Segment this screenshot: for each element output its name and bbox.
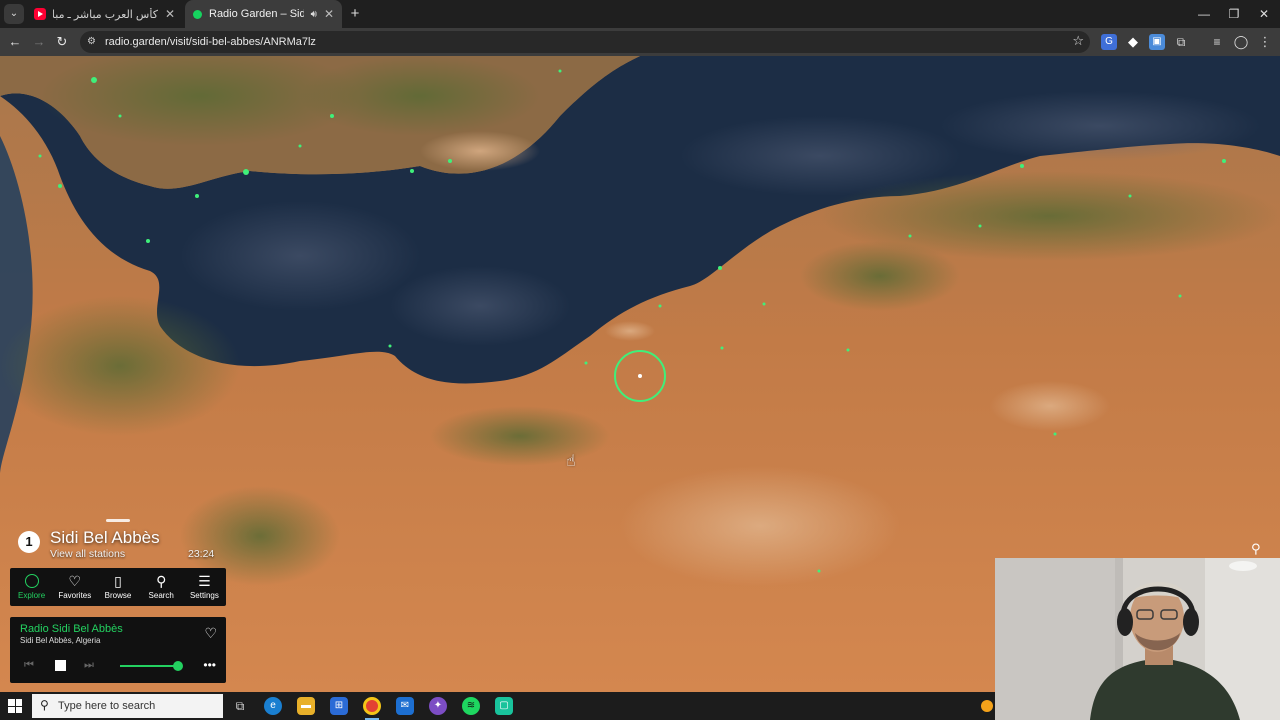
taskbar-search-box[interactable]: ⚲ Type here to search bbox=[32, 694, 223, 718]
nav-label: Browse bbox=[104, 591, 132, 600]
task-view-icon[interactable]: ⧉ bbox=[231, 697, 249, 715]
explore-icon bbox=[24, 574, 39, 588]
restore-icon[interactable]: ❐ bbox=[1226, 6, 1242, 22]
search-icon: ⚲ bbox=[40, 698, 49, 712]
next-track-icon[interactable]: ⏭︎ bbox=[84, 659, 94, 672]
tab-radio-garden[interactable]: Radio Garden – Sidi Bel Abb 🔊︎ ✕ bbox=[185, 0, 342, 28]
browser-tab-strip: ⌄ كأس العرب مباشر ـ مباراة : الأردن ✕ Ra… bbox=[0, 0, 1280, 28]
station-place: Sidi Bel Abbès, Algeria bbox=[20, 636, 101, 645]
browser-menu-icon[interactable]: ⋮ bbox=[1257, 34, 1273, 50]
view-all-stations-link[interactable]: View all stations bbox=[50, 548, 125, 560]
youtube-icon bbox=[34, 8, 46, 20]
browser-toolbar: ← → ↻ ⚙︎ radio.garden/visit/sidi-bel-abb… bbox=[0, 28, 1280, 56]
location-pin-icon[interactable]: ⚲ bbox=[1251, 541, 1265, 557]
forward-button[interactable]: → bbox=[30, 33, 48, 51]
more-options-icon[interactable]: ••• bbox=[203, 658, 216, 672]
close-tab-icon[interactable]: ✕ bbox=[324, 7, 334, 21]
messenger-icon[interactable]: ✦ bbox=[429, 697, 447, 715]
back-button[interactable]: ← bbox=[6, 33, 24, 51]
location-name[interactable]: Sidi Bel Abbès bbox=[50, 528, 160, 548]
audio-player: Radio Sidi Bel Abbès Sidi Bel Abbès, Alg… bbox=[10, 617, 226, 683]
chrome-icon[interactable] bbox=[363, 697, 381, 715]
address-bar[interactable]: ⚙︎ radio.garden/visit/sidi-bel-abbes/ANR… bbox=[80, 31, 1090, 53]
nav-label: Explore bbox=[18, 591, 46, 600]
volume-knob[interactable] bbox=[173, 661, 183, 671]
previous-track-icon[interactable]: ⏮︎ bbox=[24, 659, 34, 672]
panel-drag-handle[interactable] bbox=[106, 519, 130, 522]
spotify-icon[interactable]: ≋ bbox=[462, 697, 480, 715]
menu-icon: ☰ bbox=[198, 573, 211, 589]
tab-title: كأس العرب مباشر ـ مباراة : الأردن bbox=[53, 8, 158, 21]
station-count-badge: 1 bbox=[18, 531, 40, 553]
tab-title: Radio Garden – Sidi Bel Abb bbox=[209, 8, 304, 20]
extension-image-icon[interactable]: ▣ bbox=[1149, 34, 1165, 50]
nav-favorites[interactable]: ♡ Favorites bbox=[53, 568, 96, 606]
media-controls-icon[interactable]: ≡ bbox=[1209, 34, 1225, 50]
windows-taskbar: ⚲ Type here to search ⧉ e ▬ ⊞ ✉ ✦ ≋ ▢ bbox=[0, 692, 995, 720]
volume-slider[interactable] bbox=[120, 665, 178, 667]
heart-icon: ♡ bbox=[68, 573, 82, 589]
stop-button[interactable] bbox=[55, 660, 66, 671]
minimize-icon[interactable]: — bbox=[1196, 6, 1212, 22]
translate-extension-icon[interactable]: G bbox=[1101, 34, 1117, 50]
taskbar-search-placeholder: Type here to search bbox=[58, 700, 156, 712]
search-icon: ⚲ bbox=[156, 573, 167, 589]
tab-search-button[interactable]: ⌄ bbox=[4, 4, 24, 24]
app-icon[interactable]: ▢ bbox=[495, 697, 513, 715]
favorite-heart-icon[interactable]: ♡ bbox=[204, 625, 217, 642]
edge-browser-icon[interactable]: e bbox=[264, 697, 282, 715]
nav-label: Settings bbox=[189, 591, 219, 600]
local-time: 23:24 bbox=[188, 548, 215, 560]
bookmark-star-icon[interactable]: ☆ bbox=[1072, 33, 1084, 49]
close-window-icon[interactable]: ✕ bbox=[1256, 6, 1272, 22]
tray-notification-icon[interactable] bbox=[981, 700, 993, 712]
radio-garden-icon bbox=[193, 9, 202, 19]
station-name[interactable]: Radio Sidi Bel Abbès bbox=[20, 623, 123, 635]
nav-label: Favorites bbox=[58, 591, 92, 600]
map-icon: ▯ bbox=[114, 573, 122, 589]
webcam-person-image bbox=[995, 558, 1280, 720]
radio-garden-nav: Explore ♡ Favorites ▯ Browse ⚲ Search ☰ … bbox=[10, 568, 226, 606]
nav-browse[interactable]: ▯ Browse bbox=[96, 568, 139, 606]
webcam-overlay bbox=[995, 558, 1280, 720]
tab-youtube[interactable]: كأس العرب مباشر ـ مباراة : الأردن ✕ bbox=[26, 0, 183, 28]
profile-icon[interactable]: ◯ bbox=[1233, 34, 1249, 50]
mail-icon[interactable]: ✉ bbox=[396, 697, 414, 715]
reload-button[interactable]: ↻ bbox=[53, 33, 71, 51]
microsoft-store-icon[interactable]: ⊞ bbox=[330, 697, 348, 715]
mouse-cursor-icon: ☝︎ bbox=[566, 453, 576, 470]
nav-label: Search bbox=[148, 591, 174, 600]
new-tab-button[interactable]: + bbox=[346, 5, 364, 23]
nav-search[interactable]: ⚲ Search bbox=[140, 568, 183, 606]
site-info-icon[interactable]: ⚙︎ bbox=[87, 34, 101, 50]
nav-settings[interactable]: ☰ Settings bbox=[183, 568, 226, 606]
windows-start-icon[interactable] bbox=[8, 699, 22, 713]
close-tab-icon[interactable]: ✕ bbox=[165, 7, 175, 21]
file-explorer-icon[interactable]: ▬ bbox=[297, 697, 315, 715]
speaker-icon[interactable]: 🔊︎ bbox=[311, 9, 317, 20]
address-url[interactable]: radio.garden/visit/sidi-bel-abbes/ANRMa7… bbox=[105, 31, 316, 53]
extension-diamond-icon[interactable]: ◆ bbox=[1125, 34, 1141, 50]
extensions-puzzle-icon[interactable]: ⧉ bbox=[1173, 34, 1189, 50]
nav-explore[interactable]: Explore bbox=[10, 568, 53, 606]
